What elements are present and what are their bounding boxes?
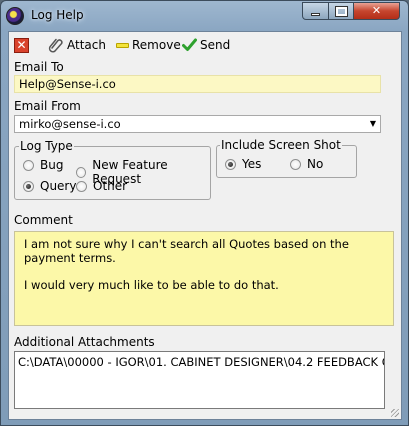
radio-yes[interactable]: Yes xyxy=(225,157,261,171)
close-icon: ✕ xyxy=(14,37,29,53)
close-window-icon: ✕ xyxy=(371,4,382,17)
radio-no-dot[interactable] xyxy=(290,158,301,170)
email-from-value: mirko@sense-i.co xyxy=(19,117,121,131)
radio-no[interactable]: No xyxy=(290,157,323,171)
radio-other[interactable]: Other xyxy=(76,179,127,193)
minimize-icon xyxy=(311,13,320,16)
email-from-label: Email From xyxy=(14,99,81,113)
remove-button[interactable]: Remove xyxy=(116,37,181,53)
paperclip-icon xyxy=(48,38,63,53)
log-help-window: Log Help ✕ ✕ Attach Remove Send Email To… xyxy=(0,0,409,426)
email-from-combo[interactable]: mirko@sense-i.co ▼ xyxy=(14,115,381,133)
comment-label: Comment xyxy=(14,213,73,227)
radio-yes-label: Yes xyxy=(242,157,262,171)
radio-query[interactable]: Query xyxy=(23,179,76,193)
radio-bug-dot[interactable] xyxy=(23,159,34,171)
email-to-field[interactable]: Help@Sense-i.co xyxy=(14,75,381,93)
comment-line: I would very much like to be able to do … xyxy=(24,278,279,292)
app-icon[interactable] xyxy=(6,7,24,25)
remove-label: Remove xyxy=(132,38,181,52)
email-to-label: Email To xyxy=(14,60,64,74)
checkmark-icon xyxy=(182,38,197,51)
window-title: Log Help xyxy=(31,8,84,22)
send-label: Send xyxy=(200,38,231,52)
attach-label: Attach xyxy=(67,38,106,52)
toolbar: ✕ Attach Remove Send xyxy=(9,32,401,56)
attachments-label: Additional Attachments xyxy=(14,335,155,349)
radio-bug-label: Bug xyxy=(40,158,64,172)
maximize-icon xyxy=(334,6,348,17)
comment-line: I am not sure why I can't search all Quo… xyxy=(24,237,349,265)
radio-query-label: Query xyxy=(40,179,77,193)
comment-textarea[interactable]: I am not sure why I can't search all Quo… xyxy=(14,231,394,326)
log-type-legend: Log Type xyxy=(19,139,74,153)
cancel-button[interactable]: ✕ xyxy=(14,37,29,53)
radio-bug[interactable]: Bug xyxy=(23,158,63,172)
screenshot-group: Include Screen Shot Yes No xyxy=(216,138,357,178)
chevron-down-icon[interactable]: ▼ xyxy=(370,119,376,128)
radio-query-dot[interactable] xyxy=(23,180,34,192)
resize-grip[interactable] xyxy=(391,409,399,417)
close-window-button[interactable]: ✕ xyxy=(353,2,400,20)
minus-icon xyxy=(116,42,129,48)
log-type-group: Log Type Bug New Feature Request Query O… xyxy=(14,139,211,200)
send-button[interactable]: Send xyxy=(182,37,230,53)
attach-button[interactable]: Attach xyxy=(48,37,106,53)
title-bar[interactable]: Log Help ✕ xyxy=(1,1,408,31)
radio-new-feature-dot[interactable] xyxy=(76,166,87,178)
attachments-list[interactable]: C:\DATA\00000 - IGOR\01. CABINET DESIGNE… xyxy=(14,351,385,409)
dialog-body: ✕ Attach Remove Send Email To Help@Sense… xyxy=(8,31,402,420)
radio-no-label: No xyxy=(307,157,324,171)
radio-yes-dot[interactable] xyxy=(225,158,236,170)
radio-other-dot[interactable] xyxy=(76,180,87,192)
list-item[interactable]: C:\DATA\00000 - IGOR\01. CABINET DESIGNE… xyxy=(15,352,384,372)
maximize-button[interactable] xyxy=(328,2,354,20)
minimize-button[interactable] xyxy=(302,2,329,20)
screenshot-legend: Include Screen Shot xyxy=(220,138,342,152)
radio-other-label: Other xyxy=(93,179,128,193)
